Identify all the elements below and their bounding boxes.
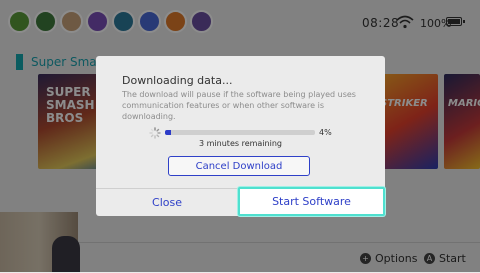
close-button[interactable]: Close	[96, 189, 238, 216]
download-progress-bar	[165, 130, 315, 135]
dialog-title: Downloading data...	[122, 74, 233, 87]
download-progress-fill	[165, 130, 171, 135]
cancel-download-button[interactable]: Cancel Download	[168, 156, 310, 176]
start-software-button[interactable]: Start Software	[238, 187, 385, 216]
dialog-description: The download will pause if the software …	[122, 90, 356, 121]
loading-spinner-icon	[149, 127, 161, 139]
time-remaining: 3 minutes remaining	[199, 139, 282, 148]
download-progress-percent: 4%	[319, 128, 332, 137]
download-dialog: Downloading data... The download will pa…	[96, 56, 385, 216]
